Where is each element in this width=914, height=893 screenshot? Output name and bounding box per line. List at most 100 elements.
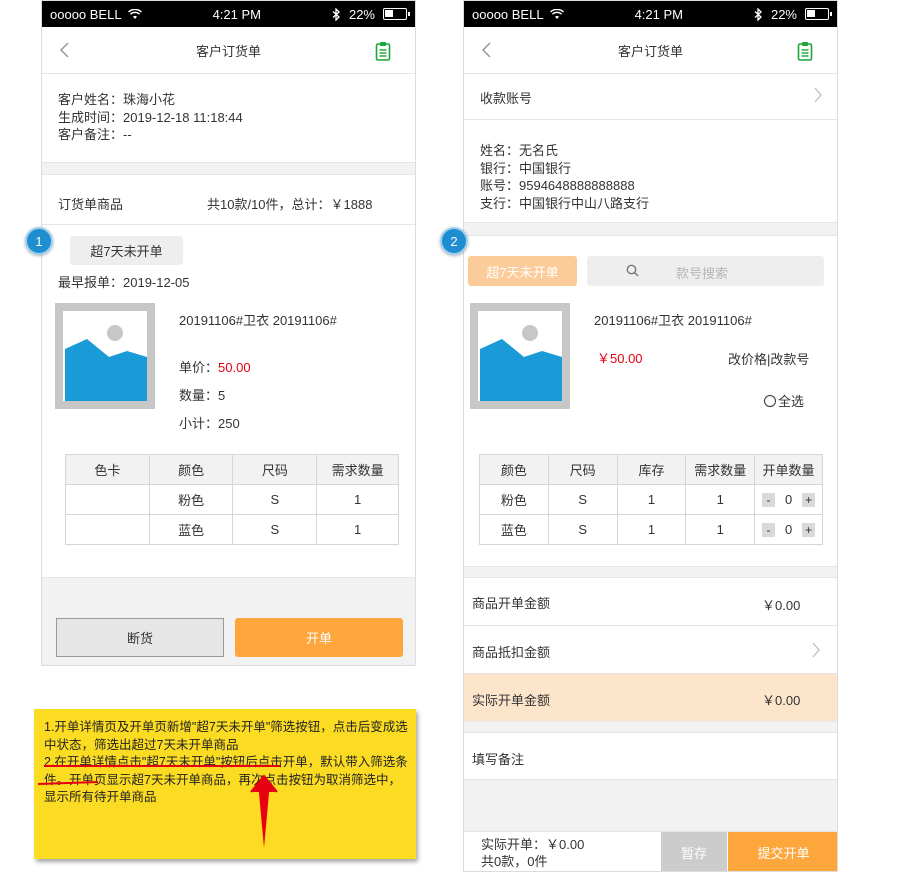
unit-price-row: 单价：50.00: [179, 357, 251, 376]
section-gap: [464, 566, 837, 578]
bottom-action-bar: 实际开单：￥0.00 共0款，0件 暂存 提交开单: [464, 831, 837, 871]
account-number: 账号：9594648888888888: [480, 178, 635, 193]
payment-account-label: 收款账号: [480, 91, 533, 106]
table-cell: 蓝色: [479, 514, 549, 545]
bottom-count: 共0款，0件: [481, 854, 548, 869]
customer-name: 客户姓名：珠海小花: [58, 92, 176, 107]
stockout-button[interactable]: 断货: [56, 618, 224, 657]
table-cell: S: [547, 484, 618, 515]
wifi-icon: [127, 8, 142, 19]
open-order-button[interactable]: 开单: [235, 618, 403, 657]
battery-icon: [383, 8, 410, 20]
image-placeholder-icon: [65, 325, 147, 401]
search-placeholder: 款号搜索: [676, 266, 729, 281]
bank-branch: 支行：中国银行中山八路支行: [480, 195, 650, 211]
table-header: 需求数量: [685, 454, 756, 485]
table-header: 颜色: [479, 454, 549, 485]
bottom-actual-amount: 实际开单：￥0.00: [481, 837, 585, 852]
table-header: 颜色: [148, 454, 234, 485]
remark-label: 填写备注: [472, 752, 525, 767]
decrement-button[interactable]: -: [761, 523, 775, 538]
back-arrow-icon[interactable]: [478, 41, 496, 59]
battery-percent: 22%: [348, 6, 375, 22]
submit-order-label: 提交开单: [757, 846, 810, 861]
save-draft-button[interactable]: 暂存: [661, 832, 727, 871]
table-cell: S: [232, 514, 318, 545]
select-all-toggle[interactable]: 全选: [764, 391, 804, 410]
save-draft-label: 暂存: [680, 846, 707, 861]
section-gap: [42, 162, 415, 175]
payment-account-row[interactable]: 收款账号: [464, 74, 837, 120]
table-cell: 1: [616, 484, 687, 515]
earliest-date: 最早报单：2019-12-05: [58, 275, 190, 290]
divider: [42, 224, 415, 225]
submit-order-button[interactable]: 提交开单: [728, 832, 837, 871]
actual-amount-label: 实际开单金额: [472, 693, 551, 708]
customer-note: 客户备注：--: [58, 127, 132, 142]
clipboard-icon[interactable]: [375, 41, 391, 61]
table-cell: S: [547, 514, 618, 545]
table-header-row: 色卡 颜色 尺码 需求数量: [65, 454, 399, 485]
carrier-label: ooooo BELL: [50, 6, 122, 22]
decrement-button[interactable]: -: [761, 493, 775, 508]
chevron-right-icon: [814, 87, 822, 103]
style-search-input[interactable]: 款号搜索: [587, 256, 824, 286]
deduct-amount-row[interactable]: 商品抵扣金额: [464, 626, 837, 674]
product-name: 20191106#卫衣 20191106#: [594, 313, 752, 328]
table-cell: 1: [316, 514, 399, 545]
note-line-1: 1.开单详情页及开单页新增"超7天未开单"筛选按钮，点击后变成选中状态，筛选出超…: [44, 720, 408, 752]
overdue-filter-label: 超7天未开单: [486, 264, 559, 280]
table-cell: 粉色: [148, 484, 234, 515]
increment-button[interactable]: +: [802, 493, 816, 508]
unit-price-label: 单价：: [179, 360, 219, 375]
table-header: 开单数量: [754, 454, 823, 485]
open-order-screen: ooooo BELL 4:21 PM 22% 客户订货单 收款账号 姓名：无名氏…: [463, 0, 838, 872]
table-header: 需求数量: [316, 454, 399, 485]
table-row: 蓝色 S 1: [65, 514, 399, 545]
edit-price-style-link[interactable]: 改价格|改款号: [728, 349, 809, 368]
customer-info: 客户姓名：珠海小花 生成时间：2019-12-18 11:18:44 客户备注：…: [58, 91, 243, 144]
table-cell: 粉色: [479, 484, 549, 515]
wifi-icon: [549, 8, 564, 19]
table-header: 尺码: [547, 454, 618, 485]
goods-amount-row: 商品开单金额 ￥0.00: [464, 578, 837, 626]
account-holder-name: 姓名：无名氏: [480, 143, 559, 158]
remark-row[interactable]: 填写备注: [464, 733, 837, 780]
table-row: 蓝色 S 1 1 - 0 +: [479, 514, 823, 545]
table-header: 库存: [616, 454, 687, 485]
chevron-right-icon: [812, 642, 820, 658]
table-row: 粉色 S 1 1 - 0 +: [479, 484, 823, 515]
table-cell: [65, 514, 150, 545]
gray-filler: [464, 780, 837, 831]
actual-amount-value: ￥0.00: [762, 693, 801, 708]
deduct-amount-label: 商品抵扣金额: [472, 645, 551, 660]
clipboard-icon[interactable]: [797, 41, 813, 61]
back-arrow-icon[interactable]: [56, 41, 74, 59]
stepper-value[interactable]: 0: [779, 492, 799, 507]
page-title: 客户订货单: [195, 43, 261, 59]
page-title: 客户订货单: [617, 43, 683, 59]
demand-table: 色卡 颜色 尺码 需求数量 粉色 S 1 蓝色 S 1: [65, 454, 399, 545]
overdue-7-days-filter-button[interactable]: 超7天未开单: [468, 256, 577, 286]
status-bar: ooooo BELL 4:21 PM 22%: [464, 1, 837, 27]
quantity: 数量：5: [179, 388, 226, 403]
table-cell: 1: [685, 514, 756, 545]
carrier-label: ooooo BELL: [472, 6, 544, 22]
product-name: 20191106#卫衣 20191106#: [179, 313, 337, 328]
stepper-value[interactable]: 0: [779, 522, 799, 537]
battery-percent: 22%: [770, 6, 797, 22]
subtotal: 小计：250: [179, 416, 240, 431]
section-gap: [464, 222, 837, 236]
table-cell: S: [232, 484, 318, 515]
table-cell: 蓝色: [148, 514, 234, 545]
battery-icon: [805, 8, 832, 20]
radio-icon: [764, 394, 776, 407]
overdue-7-days-filter-button[interactable]: 超7天未开单: [70, 236, 183, 265]
table-header: 色卡: [65, 454, 150, 485]
overdue-filter-label: 超7天未开单: [90, 244, 163, 259]
product-image-placeholder: [55, 303, 155, 409]
bottom-summary: 实际开单：￥0.00 共0款，0件: [481, 836, 584, 870]
footer-area: 断货 开单: [42, 577, 415, 665]
nav-bar: 客户订货单: [464, 27, 837, 74]
increment-button[interactable]: +: [802, 523, 816, 538]
